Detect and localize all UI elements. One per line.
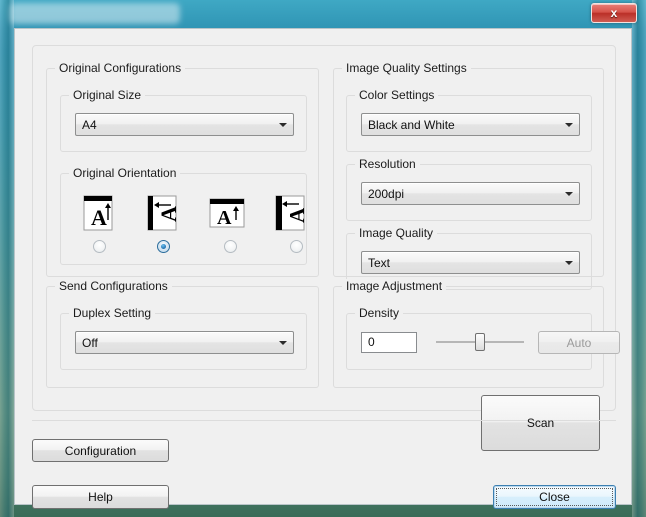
group-image-adjustment: Image Adjustment Density 0 Auto — [333, 279, 620, 388]
group-original-size-legend: Original Size — [69, 88, 146, 102]
chevron-down-icon — [273, 340, 293, 345]
group-original-size: Original Size A4 — [60, 88, 307, 152]
close-icon: x — [610, 6, 618, 20]
svg-text:A: A — [217, 207, 232, 229]
duplex-setting-value: Off — [82, 335, 98, 350]
orientation-radio-2[interactable] — [157, 240, 170, 253]
orientation-icon-portrait-top-edge[interactable]: A — [83, 195, 117, 238]
image-quality-combobox[interactable]: Text — [361, 251, 580, 274]
landscape-top-edge-icon: A — [209, 198, 245, 229]
scan-button[interactable]: Scan — [481, 395, 600, 451]
configuration-button[interactable]: Configuration — [32, 439, 169, 462]
window-close-button[interactable]: x — [591, 3, 637, 23]
orientation-radio-1[interactable] — [93, 240, 106, 253]
orientation-icon-landscape-left-edge[interactable]: A — [275, 195, 309, 238]
orientation-icon-landscape-top-edge[interactable]: A — [209, 198, 247, 235]
group-image-quality-settings-legend: Image Quality Settings — [342, 61, 471, 75]
group-original-orientation: Original Orientation A A A A — [60, 166, 309, 265]
group-original-configurations-legend: Original Configurations — [55, 61, 186, 75]
group-duplex-setting: Duplex Setting Off — [60, 306, 307, 370]
group-original-orientation-legend: Original Orientation — [69, 166, 181, 180]
group-send-configurations-legend: Send Configurations — [55, 279, 172, 293]
scan-button-label: Scan — [526, 416, 555, 430]
help-button[interactable]: Help — [32, 485, 169, 509]
group-color-settings: Color Settings Black and White — [346, 88, 592, 152]
chevron-down-icon — [273, 122, 293, 127]
color-settings-combobox[interactable]: Black and White — [361, 113, 580, 136]
density-auto-button[interactable]: Auto — [538, 331, 620, 354]
title-bar: x — [0, 0, 646, 28]
density-input[interactable]: 0 — [361, 332, 417, 353]
group-resolution: Resolution 200dpi — [346, 157, 592, 221]
group-original-configurations: Original Configurations Original Size A4… — [46, 61, 319, 277]
original-size-combobox[interactable]: A4 — [75, 113, 294, 136]
resolution-value: 200dpi — [368, 186, 405, 201]
group-image-quality-legend: Image Quality — [355, 226, 438, 240]
density-auto-label: Auto — [566, 335, 592, 350]
svg-text:A: A — [91, 205, 107, 230]
svg-text:A: A — [285, 207, 309, 223]
portrait-top-edge-icon: A — [83, 195, 113, 231]
close-button-label: Close — [539, 490, 570, 504]
chevron-down-icon — [559, 122, 579, 127]
density-slider[interactable] — [436, 332, 524, 352]
image-quality-value: Text — [368, 255, 391, 270]
orientation-radio-4[interactable] — [290, 240, 303, 253]
orientation-radio-3[interactable] — [224, 240, 237, 253]
application-window: x Original Configurations Original Size … — [0, 0, 646, 517]
portrait-left-edge-icon: A — [147, 195, 181, 231]
group-density-legend: Density — [355, 306, 404, 320]
close-button[interactable]: Close — [493, 485, 616, 509]
group-image-adjustment-legend: Image Adjustment — [342, 279, 447, 293]
resolution-combobox[interactable]: 200dpi — [361, 182, 580, 205]
group-duplex-setting-legend: Duplex Setting — [69, 306, 156, 320]
window-title — [16, 5, 166, 21]
color-settings-value: Black and White — [368, 117, 455, 132]
chevron-down-icon — [559, 191, 579, 196]
orientation-icon-portrait-left-edge[interactable]: A — [147, 195, 181, 238]
group-density: Density 0 Auto — [346, 306, 620, 370]
group-color-settings-legend: Color Settings — [355, 88, 439, 102]
density-slider-thumb[interactable] — [475, 333, 485, 351]
svg-text:A: A — [156, 206, 181, 222]
group-resolution-legend: Resolution — [355, 157, 420, 171]
chevron-down-icon — [559, 260, 579, 265]
landscape-left-edge-icon: A — [275, 195, 309, 231]
original-size-value: A4 — [82, 117, 97, 132]
configuration-button-label: Configuration — [64, 443, 137, 458]
duplex-setting-combobox[interactable]: Off — [75, 331, 294, 354]
group-image-quality-settings: Image Quality Settings Color Settings Bl… — [333, 61, 604, 290]
help-button-label: Help — [88, 490, 113, 504]
dialog-client-area: Original Configurations Original Size A4… — [14, 28, 632, 509]
group-send-configurations: Send Configurations Duplex Setting Off — [46, 279, 319, 388]
